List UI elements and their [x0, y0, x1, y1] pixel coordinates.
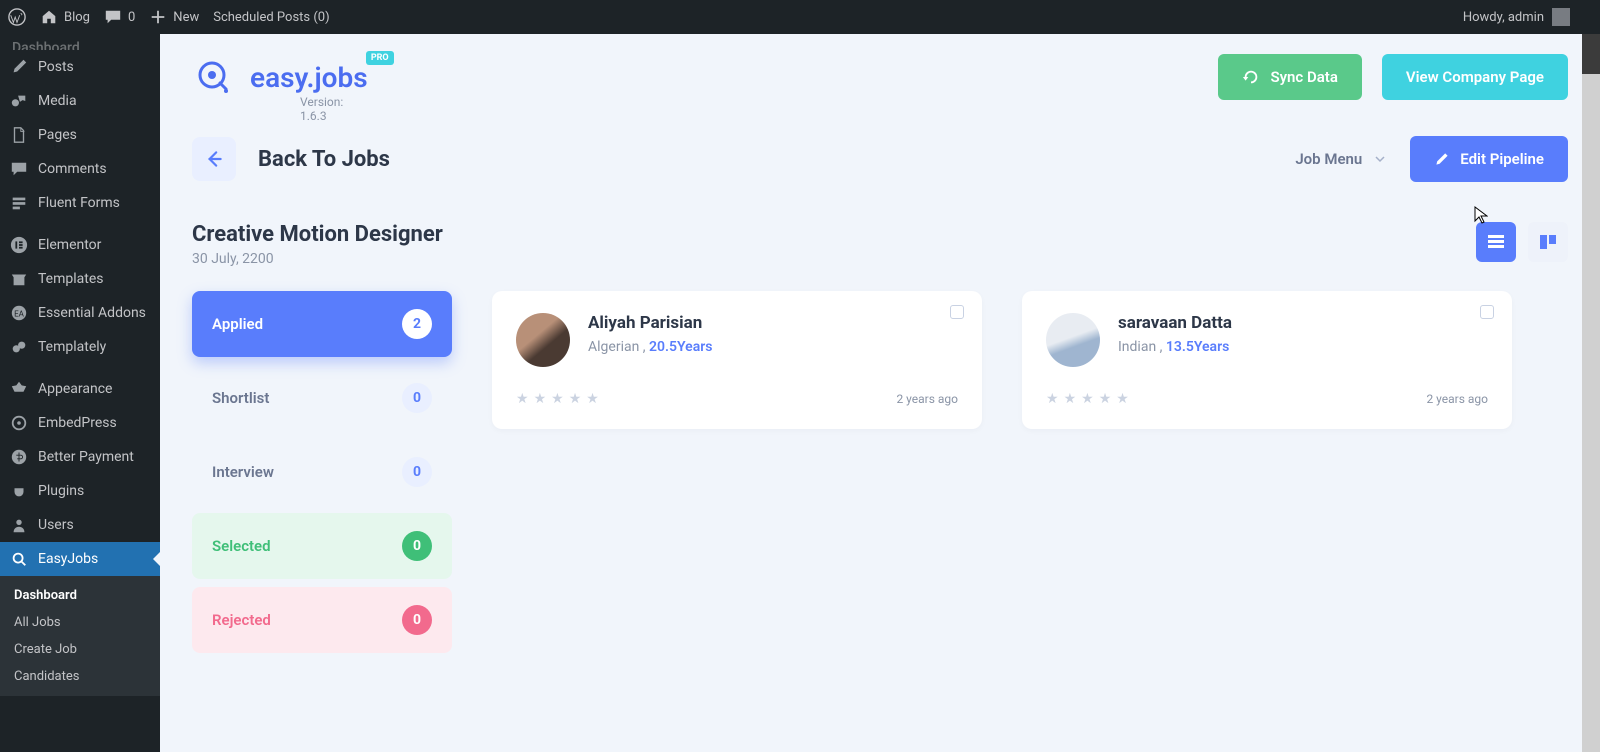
job-date: 30 July, 2200 — [192, 251, 443, 267]
stage-applied[interactable]: Applied2 — [192, 291, 452, 357]
rating-stars[interactable]: ★★★★★ — [516, 391, 599, 407]
stage-rejected[interactable]: Rejected0 — [192, 587, 452, 653]
scrollbar-track[interactable] — [1582, 34, 1600, 752]
scrollbar-thumb[interactable] — [1582, 34, 1600, 74]
board-view-button[interactable] — [1528, 222, 1568, 262]
brand-title: easy.jobsPRO — [250, 61, 368, 94]
applied-ago: 2 years ago — [896, 392, 958, 406]
sync-data-button[interactable]: Sync Data — [1218, 54, 1361, 100]
site-name: Blog — [64, 10, 90, 25]
job-title: Creative Motion Designer — [192, 222, 443, 247]
brand-version: Version: 1.6.3 — [300, 95, 368, 123]
pipeline-stages: Applied2 Shortlist0 Interview0 Selected0… — [192, 291, 452, 653]
stage-interview[interactable]: Interview0 — [192, 439, 452, 505]
user-avatar[interactable] — [1552, 8, 1570, 26]
edit-pipeline-button[interactable]: Edit Pipeline — [1410, 136, 1568, 182]
pro-badge: PRO — [366, 51, 394, 65]
sidebar-item-betterpayment[interactable]: Better Payment — [0, 440, 160, 474]
candidate-avatar — [1046, 313, 1100, 367]
sidebar-item-templates[interactable]: Templates — [0, 262, 160, 296]
view-company-button[interactable]: View Company Page — [1382, 54, 1568, 100]
sidebar-item-fluentforms[interactable]: Fluent Forms — [0, 186, 160, 220]
grid-view-button[interactable] — [1476, 222, 1516, 262]
sub-candidates[interactable]: Candidates — [0, 663, 160, 690]
brand-block: easy.jobsPRO Version: 1.6.3 — [192, 55, 368, 99]
site-home[interactable]: Blog — [40, 8, 90, 26]
scheduled-posts[interactable]: Scheduled Posts (0) — [213, 10, 329, 25]
easyjobs-logo-icon — [192, 55, 236, 99]
candidate-name: Aliyah Parisian — [588, 313, 712, 333]
sidebar-item-comments[interactable]: Comments — [0, 152, 160, 186]
sidebar-item-plugins[interactable]: Plugins — [0, 474, 160, 508]
wp-admin-bar: Blog 0 New Scheduled Posts (0) Howdy, ad… — [0, 0, 1600, 34]
select-checkbox[interactable] — [1480, 305, 1494, 319]
comments-link[interactable]: 0 — [104, 8, 135, 26]
back-title: Back To Jobs — [258, 147, 390, 172]
main-content: easy.jobsPRO Version: 1.6.3 Sync Data Vi… — [160, 34, 1600, 752]
svg-text:EA: EA — [14, 309, 25, 319]
new-link[interactable]: New — [149, 8, 199, 26]
pencil-icon — [1434, 151, 1450, 167]
candidate-name: saravaan Datta — [1118, 313, 1232, 333]
candidate-meta: Algerian , 20.5Years — [588, 339, 712, 355]
sub-create-job[interactable]: Create Job — [0, 636, 160, 663]
comments-count: 0 — [128, 10, 135, 25]
new-label: New — [173, 10, 199, 25]
sidebar-item-posts[interactable]: Posts — [0, 50, 160, 84]
chevron-down-icon — [1374, 153, 1386, 165]
sidebar-item-users[interactable]: Users — [0, 508, 160, 542]
wp-sidebar: Dashboard Posts Media Pages Comments Flu… — [0, 34, 160, 752]
sidebar-item-embedpress[interactable]: EmbedPress — [0, 406, 160, 440]
sidebar-item-templately[interactable]: Templately — [0, 330, 160, 364]
sub-all-jobs[interactable]: All Jobs — [0, 609, 160, 636]
candidate-card[interactable]: saravaan Datta Indian , 13.5Years ★★★★★ … — [1022, 291, 1512, 429]
sidebar-item-easyjobs[interactable]: EasyJobs — [0, 542, 160, 576]
applied-ago: 2 years ago — [1426, 392, 1488, 406]
howdy-text[interactable]: Howdy, admin — [1463, 10, 1544, 25]
rating-stars[interactable]: ★★★★★ — [1046, 391, 1129, 407]
wp-logo[interactable] — [8, 8, 26, 26]
stage-selected[interactable]: Selected0 — [192, 513, 452, 579]
sidebar-item-pages[interactable]: Pages — [0, 118, 160, 152]
stage-shortlist[interactable]: Shortlist0 — [192, 365, 452, 431]
job-menu-dropdown[interactable]: Job Menu — [1295, 150, 1386, 168]
sidebar-item-elementor[interactable]: Elementor — [0, 228, 160, 262]
easyjobs-submenu: Dashboard All Jobs Create Job Candidates — [0, 576, 160, 696]
sub-dashboard[interactable]: Dashboard — [0, 582, 160, 609]
sidebar-item-essential[interactable]: EAEssential Addons — [0, 296, 160, 330]
select-checkbox[interactable] — [950, 305, 964, 319]
dashboard-item-partial: Dashboard — [0, 34, 160, 50]
sidebar-item-appearance[interactable]: Appearance — [0, 372, 160, 406]
candidate-meta: Indian , 13.5Years — [1118, 339, 1232, 355]
sidebar-item-media[interactable]: Media — [0, 84, 160, 118]
candidate-card[interactable]: Aliyah Parisian Algerian , 20.5Years ★★★… — [492, 291, 982, 429]
candidate-avatar — [516, 313, 570, 367]
back-button[interactable] — [192, 137, 236, 181]
